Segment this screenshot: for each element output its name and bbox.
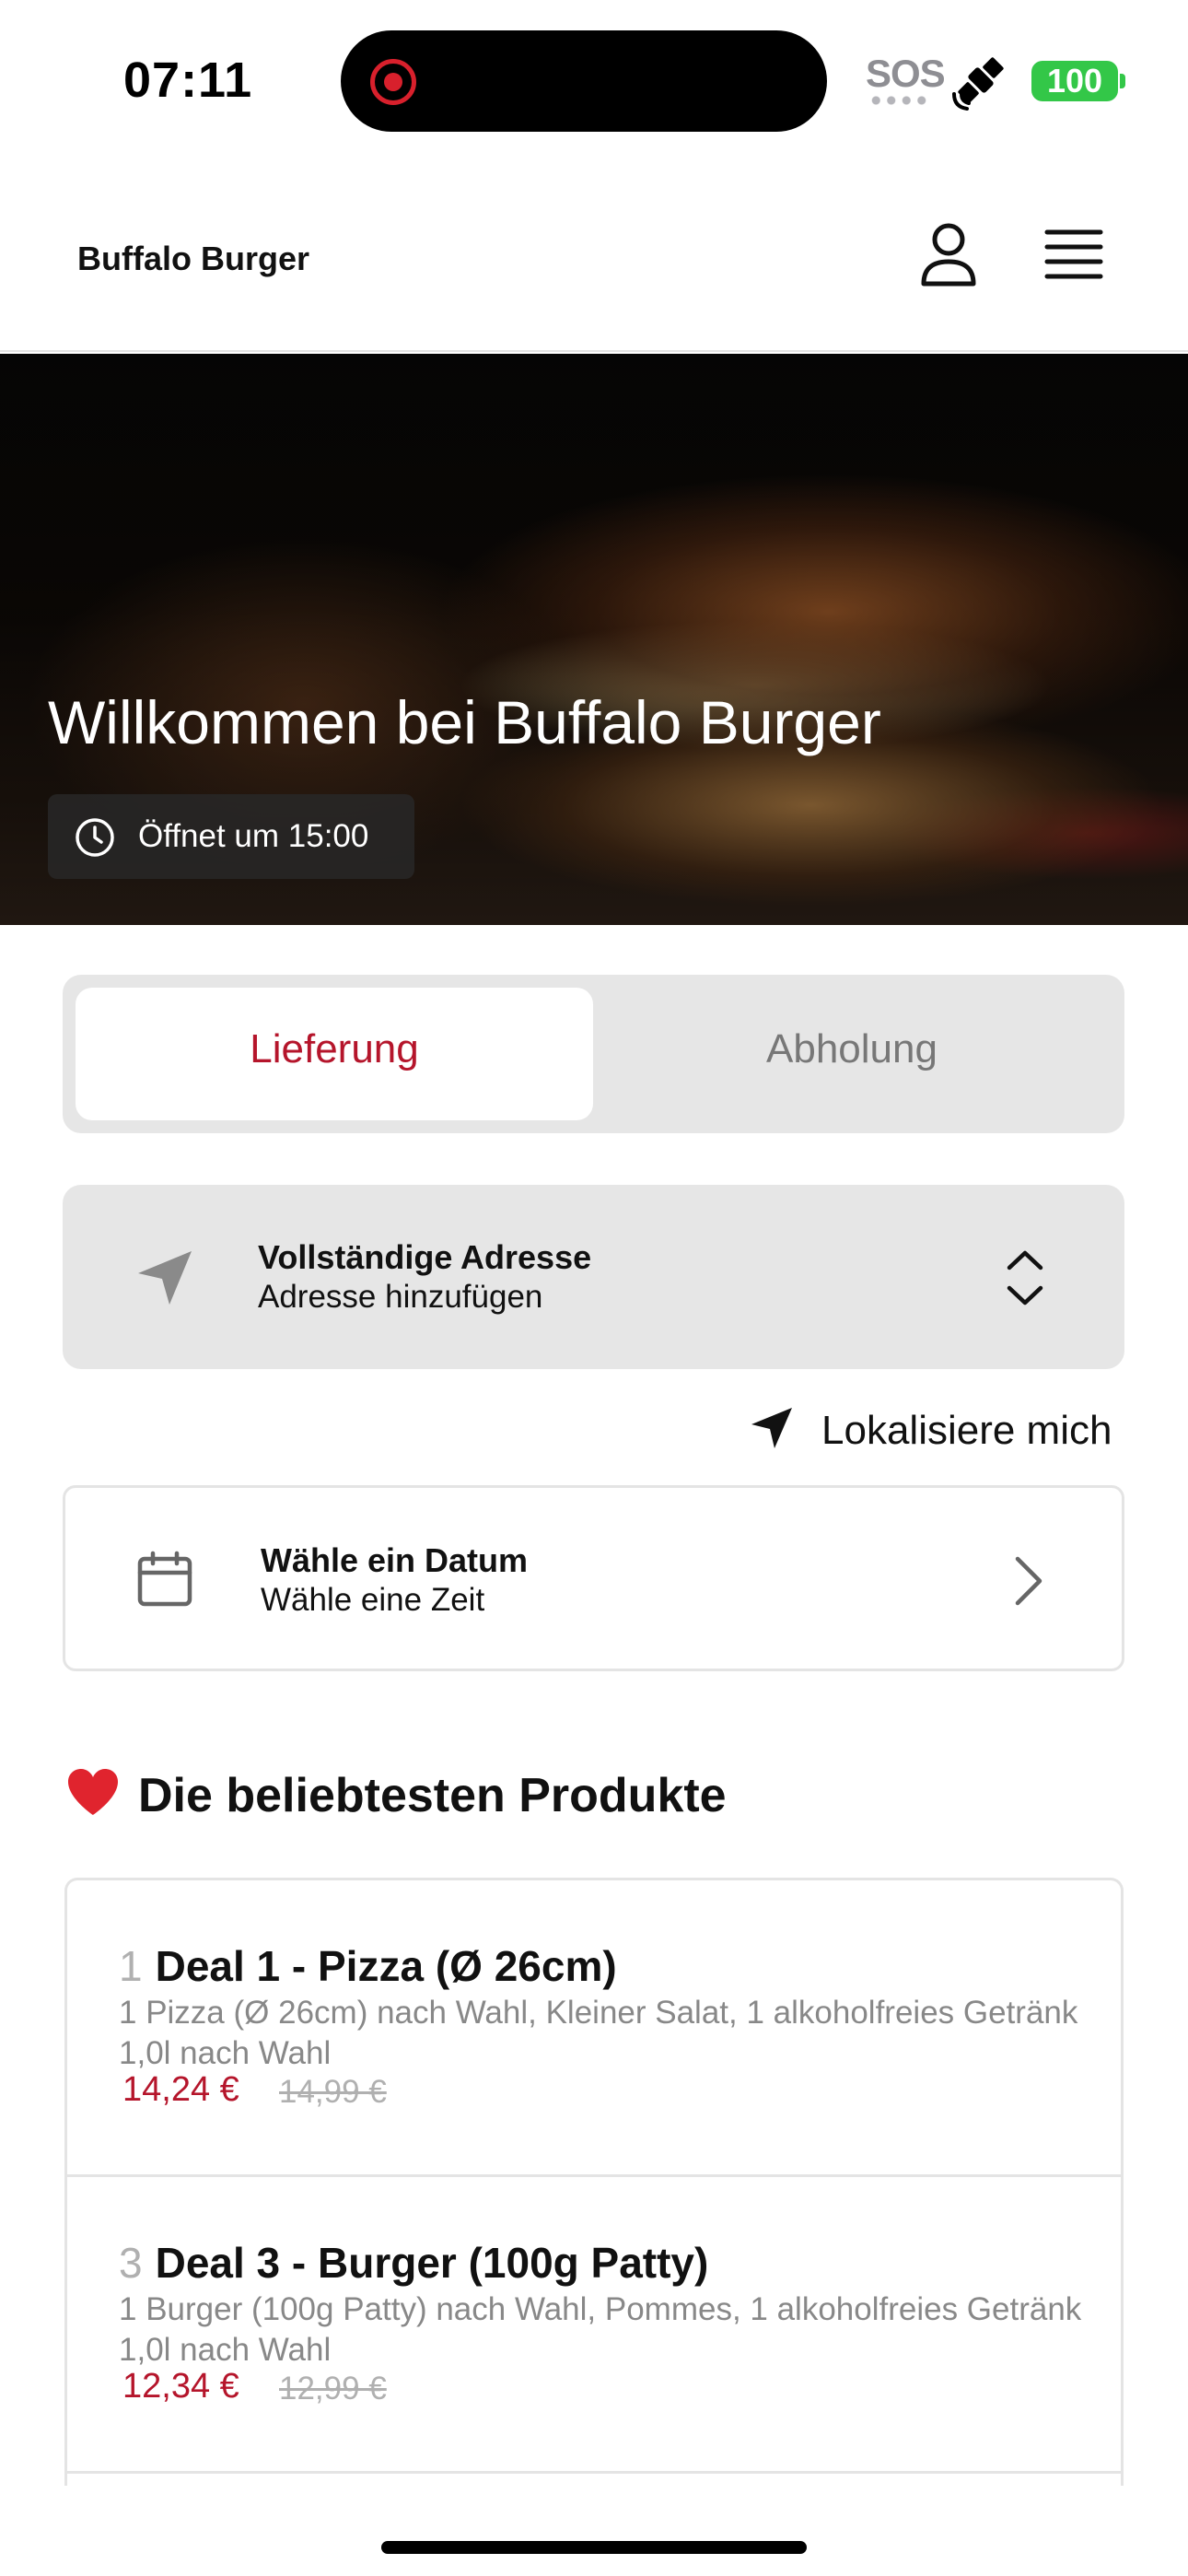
popular-section-label: Die beliebtesten Produkte bbox=[138, 1769, 727, 1822]
product-description: 1 Pizza (Ø 26cm) nach Wahl, Kleiner Sala… bbox=[119, 1995, 1078, 2071]
recording-indicator-icon bbox=[370, 59, 416, 105]
opening-hours-badge: Öffnet um 15:00 bbox=[48, 794, 414, 879]
product-title: 1 Deal 1 - Pizza (Ø 26cm) bbox=[119, 1941, 617, 1991]
product-description: 1 Burger (100g Patty) nach Wahl, Pommes,… bbox=[119, 2291, 1082, 2368]
clock-icon bbox=[76, 818, 114, 857]
product-list: 1 Deal 1 - Pizza (Ø 26cm) 1 Pizza (Ø 26cm… bbox=[64, 1878, 1124, 2486]
brand-name[interactable]: Buffalo Burger bbox=[77, 240, 309, 278]
home-indicator[interactable] bbox=[381, 2541, 807, 2554]
product-number: 1 bbox=[119, 1942, 143, 1990]
product-old-price: 14,99 € bbox=[279, 2074, 387, 2110]
hero-banner: Willkommen bei Buffalo Burger Öffnet um … bbox=[0, 354, 1188, 925]
date-time-selector[interactable]: Wähle ein Datum Wähle eine Zeit bbox=[63, 1485, 1124, 1671]
status-bar: 07:11 SOS 100 bbox=[0, 0, 1188, 157]
location-arrow-icon bbox=[751, 1408, 792, 1448]
address-title: Vollständige Adresse bbox=[258, 1238, 592, 1276]
navigation-arrow-icon bbox=[138, 1251, 192, 1305]
address-selector[interactable]: Vollständige Adresse Adresse hinzufügen bbox=[63, 1185, 1124, 1369]
locate-me-button[interactable]: Lokalisiere mich bbox=[748, 1400, 1135, 1456]
time-subtitle: Wähle eine Zeit bbox=[261, 1582, 485, 1618]
opening-hours-text: Öffnet um 15:00 bbox=[138, 818, 369, 854]
product-number: 3 bbox=[119, 2239, 143, 2287]
product-card[interactable]: 3 Deal 3 - Burger (100g Patty) 1 Burger (… bbox=[67, 2177, 1121, 2474]
chevron-right-icon bbox=[1015, 1556, 1042, 1606]
product-name: Deal 3 - Burger (100g Patty) bbox=[155, 2239, 709, 2287]
product-price: 12,34 € bbox=[122, 2367, 239, 2406]
sos-label: SOS bbox=[866, 52, 946, 95]
signal-dots bbox=[868, 96, 929, 105]
product-price: 14,24 € bbox=[122, 2070, 239, 2109]
app-header: Buffalo Burger bbox=[0, 157, 1188, 352]
product-card[interactable]: 1 Deal 1 - Pizza (Ø 26cm) 1 Pizza (Ø 26cm… bbox=[67, 1880, 1121, 2177]
product-old-price: 12,99 € bbox=[279, 2371, 387, 2406]
menu-icon[interactable] bbox=[1044, 228, 1103, 280]
locate-me-label: Lokalisiere mich bbox=[821, 1408, 1112, 1453]
battery-tip bbox=[1120, 74, 1125, 88]
user-icon[interactable] bbox=[919, 221, 978, 287]
order-mode-toggle: Lieferung Abholung bbox=[63, 975, 1124, 1133]
address-subtitle: Adresse hinzufügen bbox=[258, 1279, 543, 1315]
battery-icon: 100 bbox=[1031, 61, 1118, 101]
hero-title: Willkommen bei Buffalo Burger bbox=[48, 688, 881, 756]
date-title: Wähle ein Datum bbox=[261, 1541, 529, 1579]
product-name: Deal 1 - Pizza (Ø 26cm) bbox=[155, 1942, 617, 1990]
calendar-icon bbox=[137, 1551, 192, 1607]
status-time: 07:11 bbox=[123, 53, 253, 108]
chevron-up-down-icon bbox=[1007, 1250, 1043, 1306]
satellite-icon bbox=[952, 57, 1004, 111]
tab-pickup[interactable]: Abholung bbox=[593, 988, 1111, 1120]
popular-section-title: Die beliebtesten Produkte bbox=[66, 1767, 727, 1823]
tab-pickup-label: Abholung bbox=[766, 1026, 938, 1071]
product-title: 3 Deal 3 - Burger (100g Patty) bbox=[119, 2238, 708, 2288]
tab-delivery-label: Lieferung bbox=[250, 1026, 419, 1071]
tab-delivery[interactable]: Lieferung bbox=[76, 988, 593, 1120]
heart-icon bbox=[68, 1769, 118, 1815]
